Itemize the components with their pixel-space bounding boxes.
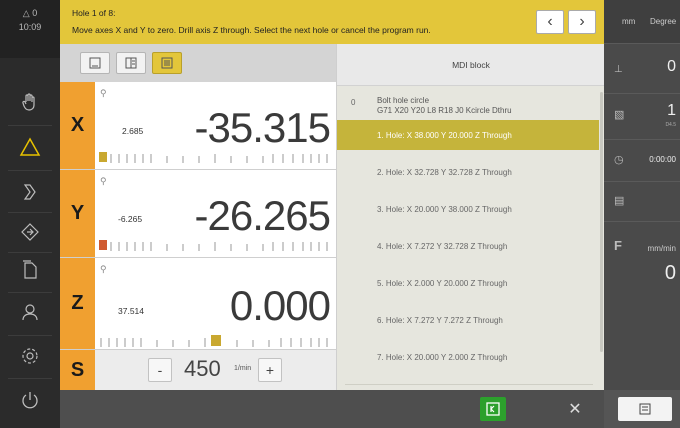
tool-icon: ▧	[614, 109, 625, 121]
previous-button[interactable]: ‹	[536, 10, 564, 34]
tool-table-bar	[604, 390, 680, 428]
axis-row-z[interactable]: Z ⚲ 37.514 0.000	[60, 258, 336, 350]
mdi-header: MDI block	[337, 44, 605, 86]
feed-value: 0	[664, 262, 676, 284]
mdi-step-1[interactable]: 1. Hole: X 38.000 Y 20.000 Z Through	[337, 120, 599, 150]
tool-table-button[interactable]	[618, 397, 672, 421]
manual-operation-icon[interactable]	[0, 82, 60, 122]
bottom-action-bar: ✕	[60, 390, 604, 428]
unit-length: mm	[622, 17, 636, 26]
position-scale	[99, 152, 328, 163]
timer-value: 0:00:00	[649, 155, 676, 164]
distance-to-go: -6.265	[118, 214, 143, 224]
chevron-left-icon: ‹	[547, 13, 553, 30]
stopwatch-icon: ◷	[614, 154, 624, 166]
file-management-icon[interactable]	[0, 250, 60, 290]
feed-row[interactable]: F mm/min 0	[604, 222, 680, 390]
notes-icon: ▤	[614, 195, 625, 207]
mdi-step-6[interactable]: 6. Hole: X 7.272 Y 7.272 Z Through	[337, 305, 599, 335]
close-icon: ✕	[568, 401, 582, 418]
notes-row[interactable]: ▤	[604, 182, 680, 222]
axis-row-x[interactable]: X ⚲ 2.685 -35.315	[60, 82, 336, 170]
datum-icon: ⊥	[614, 64, 623, 75]
position-scale	[99, 240, 328, 251]
power-icon[interactable]	[0, 380, 60, 420]
pin-icon: ⚲	[100, 264, 107, 274]
spindle-speed-value: 450	[184, 356, 221, 381]
status-panel: mm Degree ⊥ 0 ▧ 1 D4.5 ◷ 0:00:00 ▤ F mm/…	[604, 0, 680, 428]
pin-icon: ⚲	[100, 88, 107, 98]
tool-description: D4.5	[665, 122, 676, 128]
settings-gear-icon[interactable]	[0, 336, 60, 376]
message-count: 0	[32, 8, 38, 18]
cancel-button[interactable]: ✕	[560, 396, 590, 422]
mdi-step-4[interactable]: 4. Hole: X 7.272 Y 32.728 Z Through	[337, 231, 599, 261]
clock: 10:09	[18, 22, 42, 32]
block-code: G71 X20 Y20 L8 R18 J0 Kcircle Dthru	[377, 106, 512, 115]
program-run-icon[interactable]	[0, 172, 60, 212]
scrollbar[interactable]	[600, 92, 603, 352]
tool-table-icon	[639, 403, 651, 415]
view-3-button[interactable]	[152, 52, 182, 74]
view-1-button[interactable]	[80, 52, 110, 74]
spindle-speed-unit: 1/min	[234, 365, 252, 372]
setup-icon[interactable]	[0, 212, 60, 252]
mdi-step-2[interactable]: 2. Hole: X 32.728 Y 32.728 Z Through	[337, 157, 599, 187]
units-row[interactable]: mm Degree	[604, 0, 680, 44]
mdi-block-panel: MDI block 0 Bolt hole circle G71 X20 Y20…	[336, 44, 605, 390]
block-title: Bolt hole circle	[377, 96, 430, 105]
axis-position: -35.315	[194, 104, 331, 151]
message-text: Move axes X and Y to zero. Drill axis Z …	[72, 25, 431, 35]
feed-letter: F	[614, 238, 622, 253]
tool-row[interactable]: ▧ 1 D4.5	[604, 94, 680, 140]
nc-start-icon	[486, 402, 500, 416]
spindle-speed-row: S - 450 1/min +	[60, 350, 336, 390]
spindle-letter: S	[60, 350, 95, 390]
status-area: △ 0 10:09	[0, 0, 60, 58]
view-toolbar	[60, 44, 336, 82]
speed-decrease-button[interactable]: -	[148, 358, 172, 382]
message-title: Hole 1 of 8:	[72, 8, 116, 18]
axis-letter: Y	[60, 170, 95, 257]
alert-triangle-icon[interactable]: △	[23, 8, 30, 18]
axis-position: 0.000	[229, 282, 331, 329]
axis-row-y[interactable]: Y ⚲ -6.265 -26.265	[60, 170, 336, 258]
tool-value: 1	[667, 102, 676, 119]
timer-row[interactable]: ◷ 0:00:00	[604, 140, 680, 182]
distance-to-go: 2.685	[122, 126, 144, 136]
block-line-number: 0	[351, 98, 356, 107]
start-button[interactable]	[480, 397, 506, 421]
chevron-right-icon: ›	[579, 13, 585, 30]
position-scale	[100, 335, 328, 347]
next-button[interactable]: ›	[568, 10, 596, 34]
distance-to-go: 37.514	[118, 306, 144, 316]
axis-letter: X	[60, 82, 95, 169]
datum-row[interactable]: ⊥ 0	[604, 44, 680, 94]
view-2-button[interactable]	[116, 52, 146, 74]
view-2-icon	[125, 57, 137, 69]
datum-value: 0	[667, 58, 676, 75]
feed-unit: mm/min	[647, 244, 676, 253]
speed-increase-button[interactable]: +	[258, 358, 282, 382]
instruction-message-bar: Hole 1 of 8: Move axes X and Y to zero. …	[60, 0, 604, 44]
view-3-icon	[161, 57, 173, 69]
unit-angle: Degree	[650, 17, 677, 26]
mdi-step-5[interactable]: 5. Hole: X 2.000 Y 20.000 Z Through	[337, 268, 599, 298]
mdi-step-3[interactable]: 3. Hole: X 20.000 Y 38.000 Z Through	[337, 194, 599, 224]
user-login-icon[interactable]	[0, 292, 60, 332]
axis-position: -26.265	[194, 192, 331, 239]
mdi-mode-icon[interactable]	[0, 127, 60, 167]
axis-letter: Z	[60, 258, 95, 349]
main-menu-sidebar: △ 0 10:09	[0, 0, 60, 428]
mdi-step-7[interactable]: 7. Hole: X 20.000 Y 2.000 Z Through	[337, 342, 599, 372]
view-1-icon	[89, 57, 101, 69]
pin-icon: ⚲	[100, 176, 107, 186]
